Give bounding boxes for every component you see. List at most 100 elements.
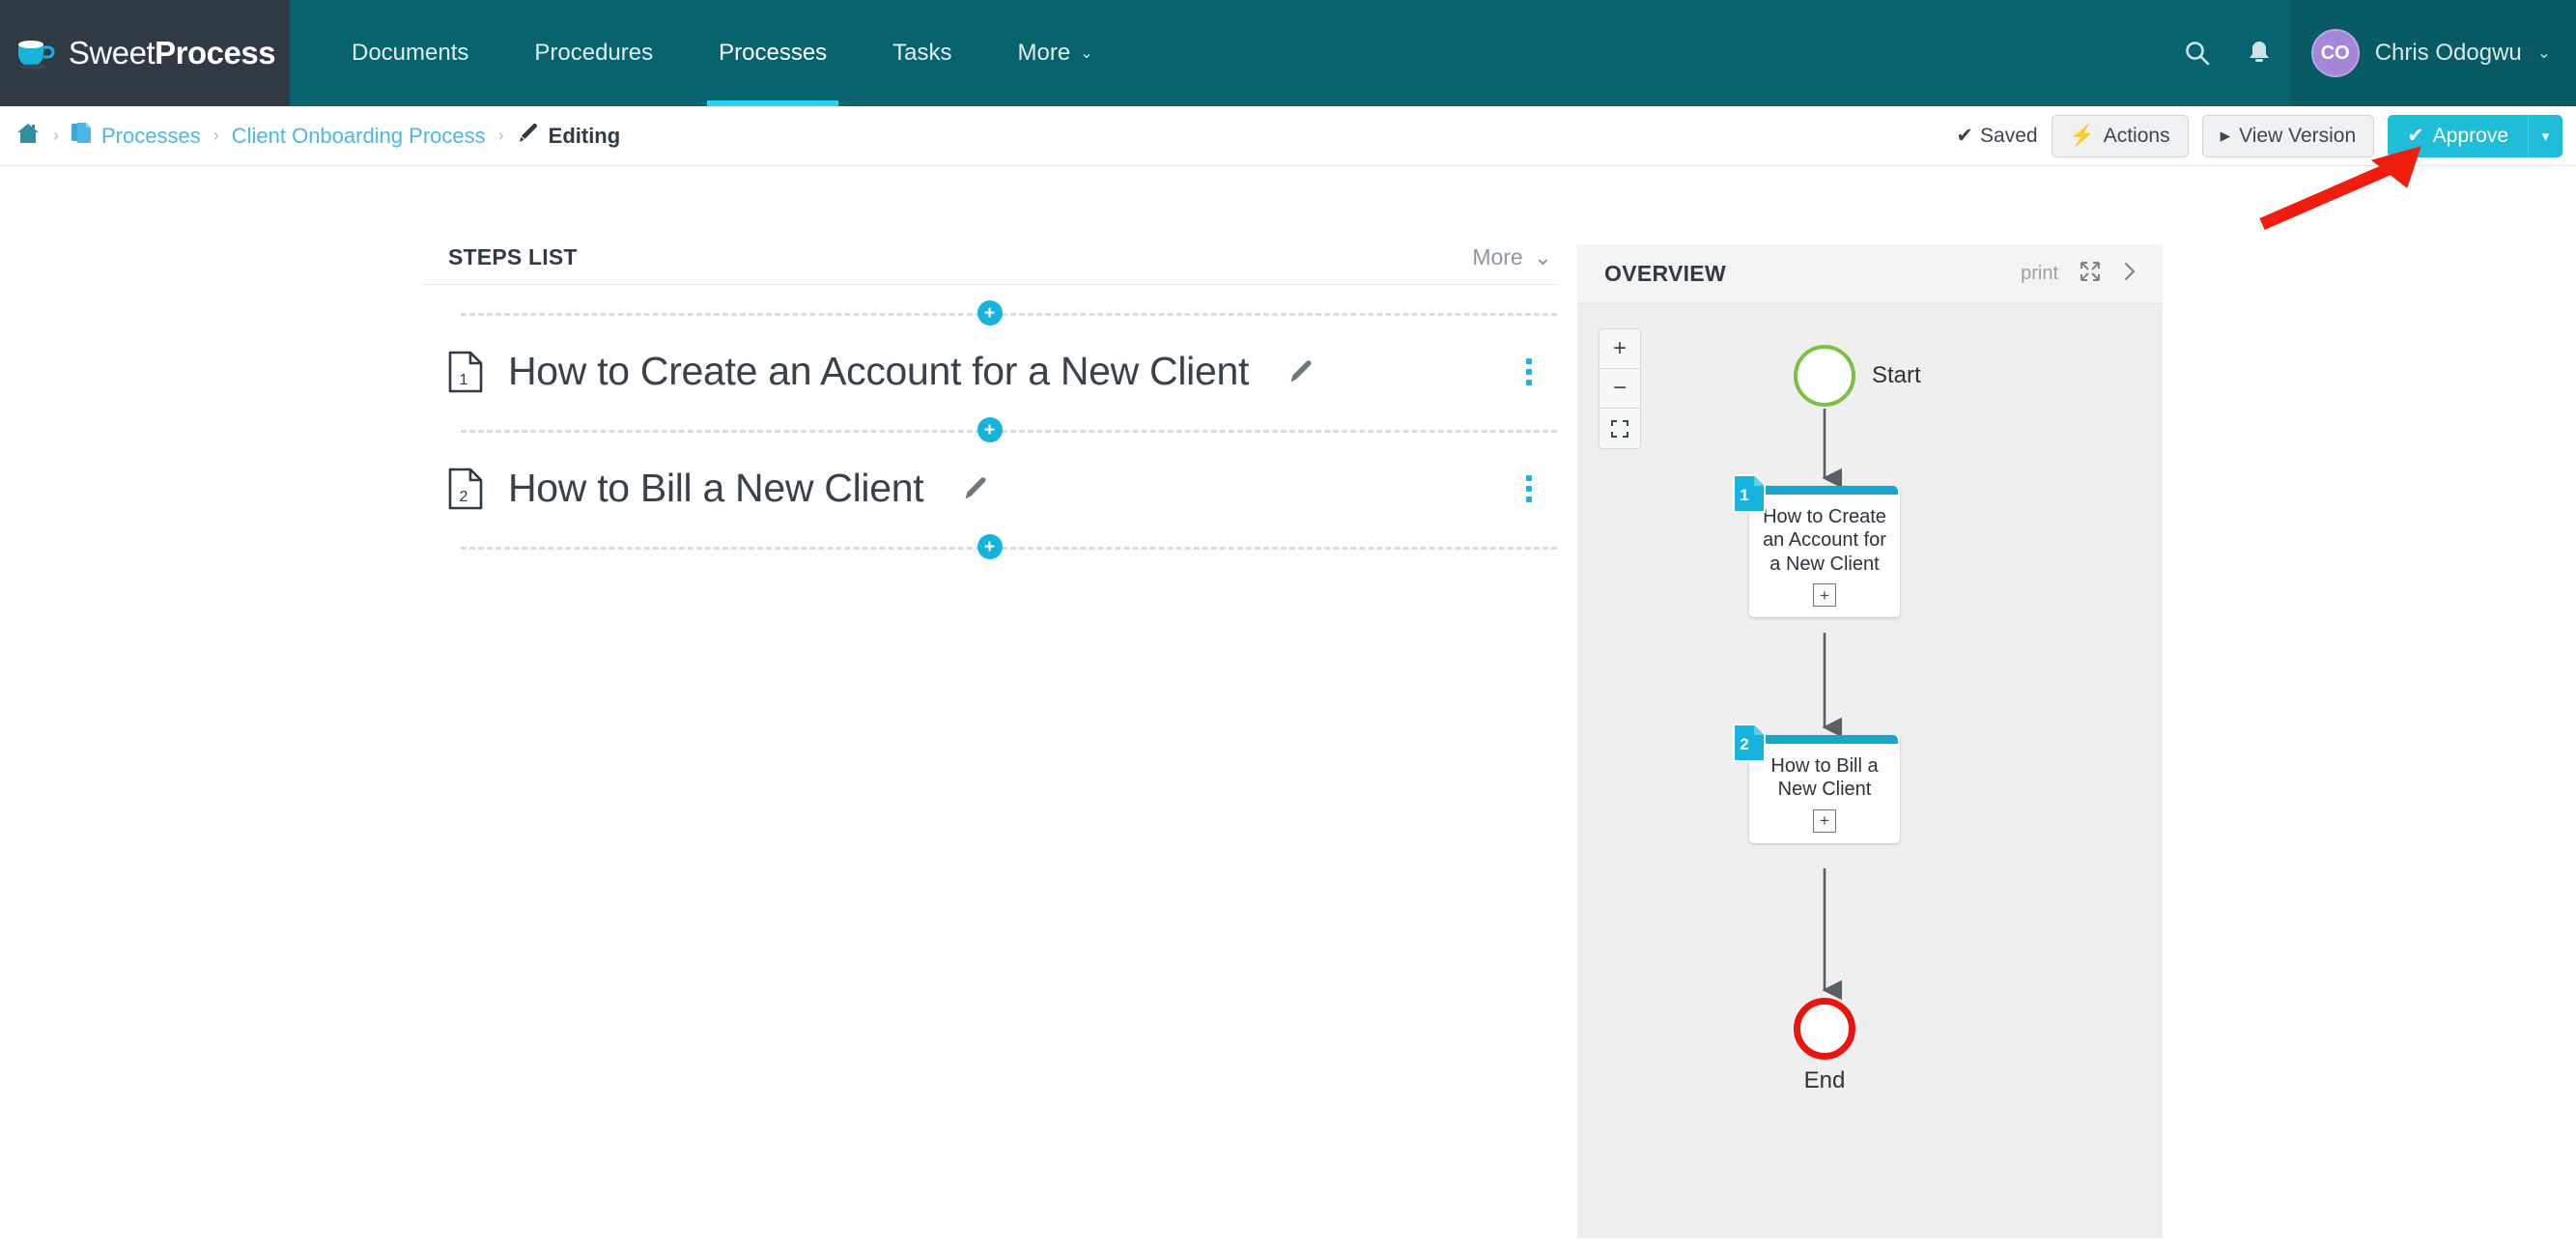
svg-text:1: 1 <box>1740 486 1748 504</box>
steps-more-dropdown[interactable]: More ⌄ <box>1472 244 1552 270</box>
list-item[interactable]: 2 How to Bill a New Client <box>422 458 1557 519</box>
approve-dropdown-toggle[interactable]: ▾ <box>2528 114 2562 157</box>
list-item[interactable]: 1 How to Create an Account for a New Cli… <box>422 341 1557 402</box>
overview-flowchart-canvas[interactable]: + − Start 1 How to Create an Account for… <box>1577 304 2163 1238</box>
search-icon[interactable] <box>2166 0 2228 106</box>
nav-right-group: CO Chris Odogwu ⌄ <box>2166 0 2576 106</box>
view-version-button-label: View Version <box>2239 124 2357 147</box>
page-title: STEPS LIST <box>448 244 578 269</box>
brand-name: SweetProcess <box>68 35 276 71</box>
nav-item-processes[interactable]: Processes <box>686 0 860 106</box>
brand-logo[interactable]: SweetProcess <box>0 0 290 106</box>
coffee-cup-icon <box>14 37 57 70</box>
flow-node-expand-button[interactable]: + <box>1813 583 1836 608</box>
add-step-button[interactable]: + <box>977 417 1003 442</box>
flow-node-expand-button[interactable]: + <box>1813 808 1836 833</box>
expand-icon[interactable] <box>2080 261 2101 288</box>
nav-item-more[interactable]: More ⌄ <box>985 0 1126 106</box>
chevron-right-icon[interactable] <box>2122 261 2137 288</box>
actions-button[interactable]: ⚡ Actions <box>2051 114 2189 157</box>
nav-item-label: Tasks <box>892 40 952 66</box>
home-icon <box>15 122 41 151</box>
user-menu[interactable]: CO Chris Odogwu ⌄ <box>2289 0 2576 106</box>
flow-node-accent-bar <box>1751 486 1898 495</box>
check-icon: ✔ <box>1956 125 1974 147</box>
flow-node-label: How to Create an Account for a New Clien… <box>1763 506 1886 575</box>
breadcrumb-separator: › <box>53 126 59 145</box>
play-triangle-icon: ▸ <box>2220 125 2231 147</box>
user-name: Chris Odogwu <box>2374 40 2522 66</box>
breadcrumb-separator: › <box>497 126 504 145</box>
overview-title: OVERVIEW <box>1604 261 1726 286</box>
kebab-menu-icon[interactable] <box>1526 474 1547 502</box>
breadcrumb-item-editing: Editing <box>517 122 621 151</box>
steps-list-panel: STEPS LIST More ⌄ + 1 How to Create an A… <box>422 244 1557 575</box>
breadcrumb-label: Processes <box>101 123 201 148</box>
breadcrumb-label: Editing <box>548 123 621 148</box>
add-step-divider: + <box>422 402 1557 458</box>
brand-name-bold: Process <box>155 35 276 71</box>
flow-node-accent-bar <box>1751 735 1898 744</box>
documents-stack-icon <box>71 122 93 151</box>
check-icon: ✔ <box>2407 125 2424 147</box>
svg-text:2: 2 <box>1740 735 1748 753</box>
breadcrumb-item-processes[interactable]: Processes <box>71 122 201 151</box>
flow-node-label: How to Bill a New Client <box>1770 755 1879 801</box>
status-badge-saved: ✔ Saved <box>1956 124 2037 148</box>
breadcrumb-item-process-name[interactable]: Client Onboarding Process <box>232 124 486 149</box>
steps-more-label: More <box>1472 244 1523 269</box>
step-title: How to Create an Account for a New Clien… <box>508 349 1250 393</box>
actions-button-label: Actions <box>2103 124 2170 147</box>
document-number-icon: 2 <box>448 468 483 510</box>
bell-icon[interactable] <box>2228 0 2290 106</box>
document-number-badge-icon: 2 <box>1733 723 1766 762</box>
kebab-menu-icon[interactable] <box>1526 357 1547 385</box>
steps-list-header: STEPS LIST More ⌄ <box>422 244 1557 285</box>
flow-node-end-label: End <box>1803 1067 1846 1093</box>
nav-item-label: Documents <box>352 40 469 66</box>
add-step-button[interactable]: + <box>977 300 1003 326</box>
flow-node-end[interactable] <box>1794 998 1855 1060</box>
nav-items: Documents Procedures Processes Tasks Mor… <box>319 0 1126 106</box>
flow-node-start-label: Start <box>1872 362 1921 388</box>
top-navigation-bar: SweetProcess Documents Procedures Proces… <box>0 0 2576 106</box>
flow-node-step-1[interactable]: 1 How to Create an Account for a New Cli… <box>1733 474 1900 618</box>
breadcrumb: › Processes › Client Onboarding Process … <box>0 122 620 151</box>
main-content: STEPS LIST More ⌄ + 1 How to Create an A… <box>0 167 2576 1248</box>
breadcrumb-separator: › <box>212 126 219 145</box>
overview-header: OVERVIEW print <box>1577 244 2163 304</box>
avatar: CO <box>2310 29 2360 77</box>
approve-button-group: ✔ Approve ▾ <box>2388 114 2562 157</box>
pencil-icon[interactable] <box>962 475 989 502</box>
nav-item-tasks[interactable]: Tasks <box>860 0 984 106</box>
pencil-icon <box>517 122 540 151</box>
breadcrumb-label: Client Onboarding Process <box>231 123 486 148</box>
brand-name-thin: Sweet <box>68 35 156 71</box>
flow-node-start[interactable] <box>1794 345 1855 407</box>
saved-label: Saved <box>1980 124 2038 147</box>
nav-item-label: Procedures <box>534 40 654 66</box>
breadcrumb-home[interactable] <box>15 122 41 151</box>
breadcrumb-bar: › Processes › Client Onboarding Process … <box>0 106 2576 166</box>
document-number-icon: 1 <box>448 351 483 393</box>
add-step-button[interactable]: + <box>977 534 1003 559</box>
chevron-down-icon: ⌄ <box>1533 244 1552 269</box>
nav-item-label: More <box>1017 40 1071 66</box>
chevron-down-icon: ⌄ <box>1080 45 1093 62</box>
approve-button[interactable]: ✔ Approve <box>2388 114 2528 157</box>
svg-text:1: 1 <box>460 372 468 388</box>
overview-panel: OVERVIEW print + − Start 1 How to Create… <box>1577 244 2163 1238</box>
step-title: How to Bill a New Client <box>508 466 924 510</box>
breadcrumb-actions: ✔ Saved ⚡ Actions ▸ View Version ✔ Appro… <box>1956 114 2576 157</box>
add-step-divider: + <box>422 519 1557 575</box>
pencil-icon[interactable] <box>1288 358 1315 385</box>
svg-text:2: 2 <box>460 489 468 505</box>
nav-item-procedures[interactable]: Procedures <box>501 0 686 106</box>
caret-down-icon: ▾ <box>2541 128 2550 145</box>
view-version-button[interactable]: ▸ View Version <box>2201 114 2375 157</box>
print-button[interactable]: print <box>2021 263 2058 285</box>
nav-item-documents[interactable]: Documents <box>319 0 501 106</box>
flow-node-step-2[interactable]: 2 How to Bill a New Client + <box>1733 723 1900 843</box>
chevron-down-icon: ⌄ <box>2536 43 2551 62</box>
document-number-badge-icon: 1 <box>1733 474 1766 513</box>
